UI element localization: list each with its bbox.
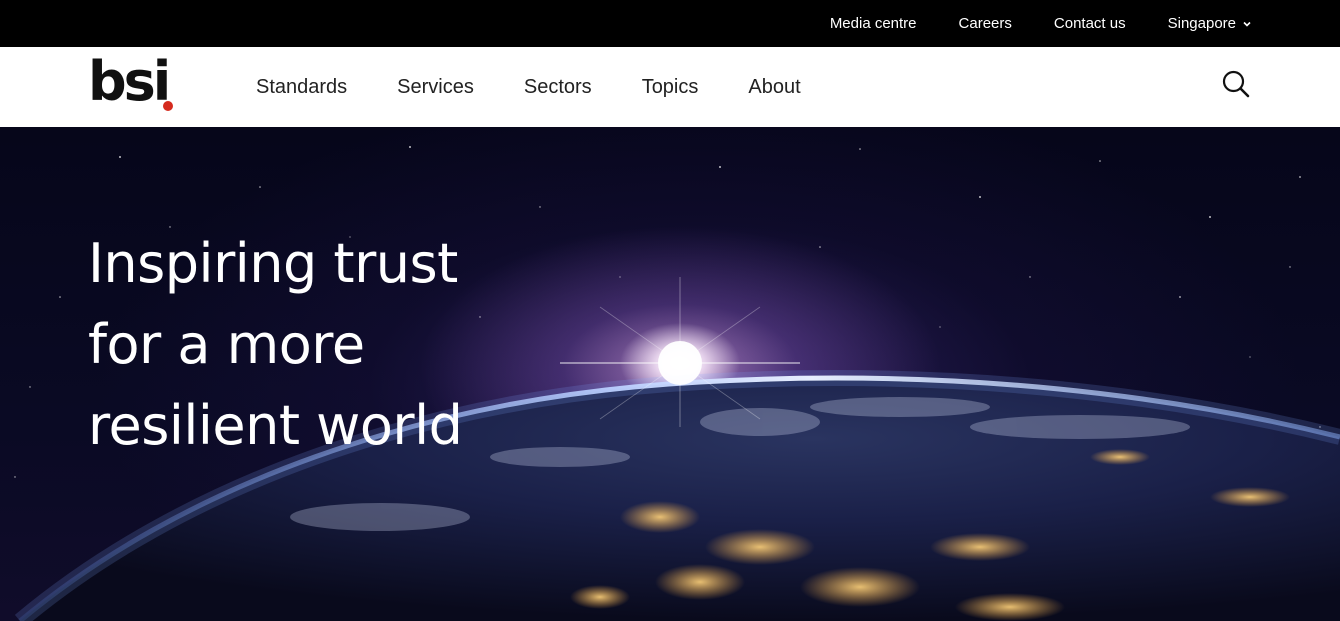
region-selector-label: Singapore bbox=[1167, 15, 1236, 32]
main-header: bsi Standards Services Sectors Topics Ab… bbox=[0, 47, 1340, 127]
hero-banner: Inspiring trust for a more resilient wor… bbox=[0, 127, 1340, 621]
region-selector[interactable]: Singapore bbox=[1168, 15, 1252, 32]
logo-text: bsi bbox=[88, 50, 171, 113]
logo-dot bbox=[163, 101, 173, 111]
nav-topics[interactable]: Topics bbox=[642, 76, 699, 99]
page: Media centre Careers Contact us Singapor… bbox=[0, 0, 1340, 621]
utility-nav: Media centre Careers Contact us Singapor… bbox=[830, 0, 1252, 47]
careers-link[interactable]: Careers bbox=[959, 15, 1012, 32]
search-button[interactable] bbox=[1222, 70, 1250, 98]
utility-bar: Media centre Careers Contact us Singapor… bbox=[0, 0, 1340, 47]
nav-services[interactable]: Services bbox=[397, 76, 474, 99]
chevron-down-icon bbox=[1243, 21, 1251, 27]
nav-about[interactable]: About bbox=[748, 76, 800, 99]
hero-title-line-1: Inspiring trust bbox=[88, 232, 458, 295]
hero-title-line-2: for a more bbox=[88, 313, 365, 376]
nav-sectors[interactable]: Sectors bbox=[524, 76, 592, 99]
nav-standards[interactable]: Standards bbox=[256, 76, 347, 99]
hero-title: Inspiring trust for a more resilient wor… bbox=[88, 223, 608, 466]
bsi-logo[interactable]: bsi bbox=[88, 55, 178, 115]
media-centre-link[interactable]: Media centre bbox=[830, 15, 917, 32]
contact-us-link[interactable]: Contact us bbox=[1054, 15, 1126, 32]
search-icon bbox=[1222, 70, 1250, 98]
hero-title-line-3: resilient world bbox=[88, 394, 463, 457]
main-nav: Standards Services Sectors Topics About bbox=[256, 47, 851, 127]
